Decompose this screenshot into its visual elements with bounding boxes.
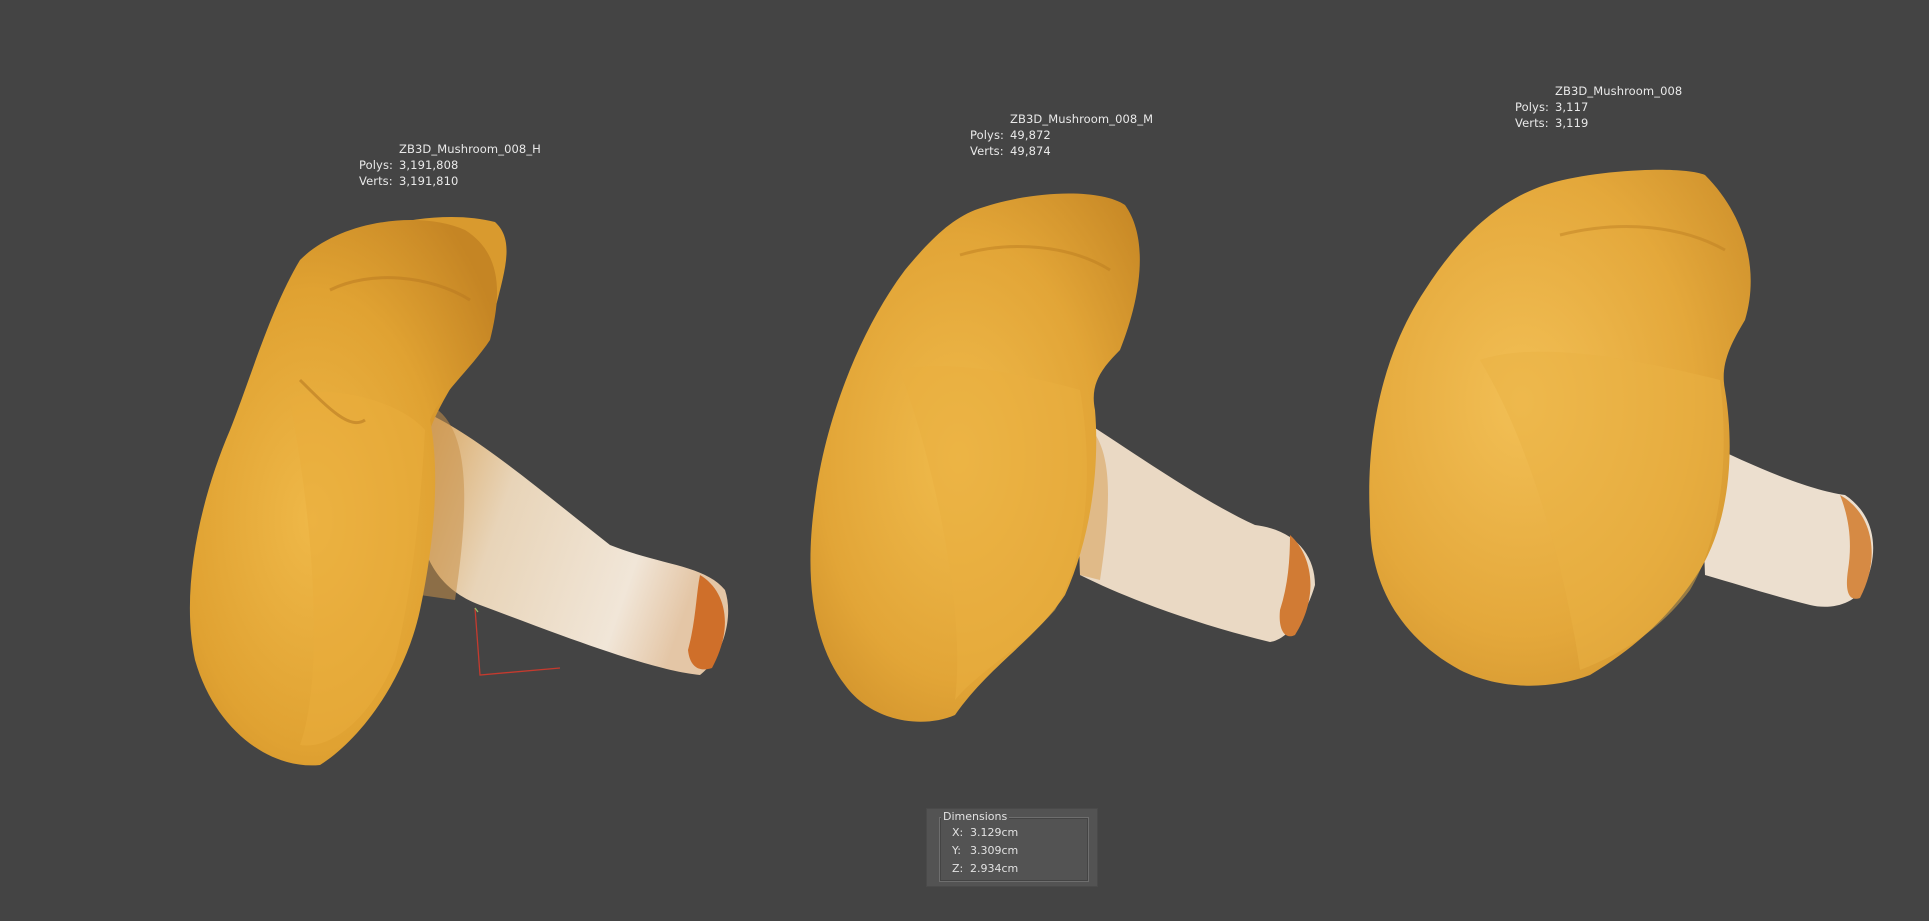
dimension-x: X: 3.129cm xyxy=(952,826,1018,840)
model-stats-low: ZB3D_Mushroom_008 Polys: 3,117 Verts: 3,… xyxy=(1515,83,1682,131)
dimension-z-label: Z: xyxy=(952,862,964,875)
polys-value: 3,117 xyxy=(1555,100,1589,114)
verts-label: Verts: xyxy=(970,144,1004,158)
dimension-y-label: Y: xyxy=(952,844,961,857)
model-stats-mid: ZB3D_Mushroom_008_M Polys: 49,872 Verts:… xyxy=(970,111,1153,159)
verts-label: Verts: xyxy=(359,174,393,188)
verts-value: 49,874 xyxy=(1010,144,1051,158)
polys-label: Polys: xyxy=(359,158,394,172)
verts-value: 3,191,810 xyxy=(399,174,459,188)
dimension-y: Y: 3.309cm xyxy=(952,844,1018,858)
model-name: ZB3D_Mushroom_008_M xyxy=(1010,112,1154,126)
model-name: ZB3D_Mushroom_008_H xyxy=(399,142,541,156)
dimension-z-value: 2.934cm xyxy=(970,862,1019,875)
mushroom-model-high[interactable] xyxy=(0,0,1929,921)
polys-label: Polys: xyxy=(1515,100,1550,114)
dimension-x-label: X: xyxy=(952,826,964,839)
model-stats-high: ZB3D_Mushroom_008_H Polys: 3,191,808 Ver… xyxy=(359,141,541,189)
dimension-x-value: 3.129cm xyxy=(970,826,1019,839)
polys-value: 3,191,808 xyxy=(399,158,459,172)
dimension-y-value: 3.309cm xyxy=(970,844,1019,857)
polys-value: 49,872 xyxy=(1010,128,1051,142)
dimensions-panel: Dimensions X: 3.129cm Y: 3.309cm Z: 2.934cm xyxy=(927,809,1097,886)
verts-label: Verts: xyxy=(1515,116,1549,130)
verts-value: 3,119 xyxy=(1555,116,1589,130)
model-name: ZB3D_Mushroom_008 xyxy=(1555,84,1683,98)
dimension-z: Z: 2.934cm xyxy=(952,862,1018,876)
3d-viewport[interactable]: ZB3D_Mushroom_008_H Polys: 3,191,808 Ver… xyxy=(0,0,1929,921)
polys-label: Polys: xyxy=(970,128,1005,142)
dimensions-title: Dimensions xyxy=(941,810,1010,824)
